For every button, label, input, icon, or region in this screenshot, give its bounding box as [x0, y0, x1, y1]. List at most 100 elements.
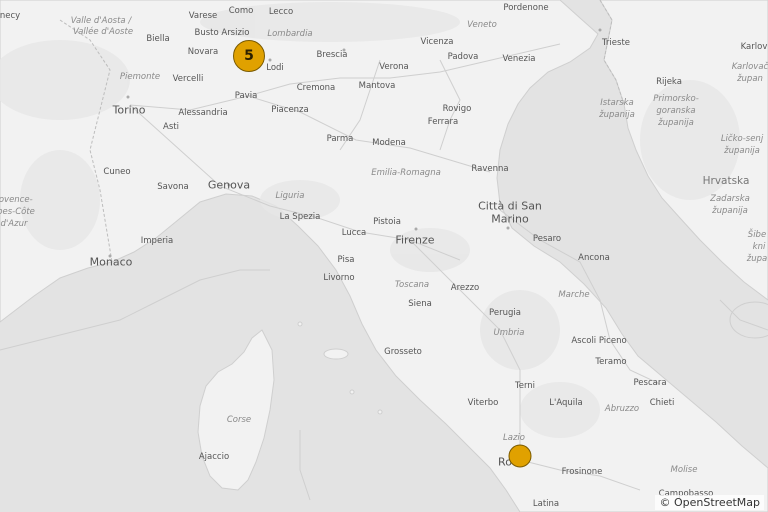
- label-savona: Savona: [157, 181, 189, 192]
- label-laquila: L'Aquila: [549, 397, 583, 408]
- label-biella: Biella: [146, 33, 170, 44]
- city-dot: [598, 28, 602, 32]
- label-venezia: Venezia: [502, 53, 536, 64]
- label-rijeka: Rijeka: [656, 76, 682, 87]
- label-torino: Torino: [112, 103, 146, 117]
- label-livorno: Livorno: [323, 272, 355, 283]
- label-brescia: Brescia: [316, 49, 348, 60]
- label-perugia: Perugia: [489, 307, 521, 318]
- cluster-marker-lombardia[interactable]: 5: [233, 40, 265, 72]
- label-parma: Parma: [326, 133, 354, 144]
- label-novara: Novara: [187, 46, 219, 57]
- label-primorsko-2: goranska: [656, 105, 696, 116]
- city-dot: [414, 227, 418, 231]
- label-ascoli: Ascoli Piceno: [571, 335, 627, 346]
- land-elba: [323, 348, 349, 360]
- label-terni: Terni: [514, 380, 536, 391]
- label-rovigo: Rovigo: [442, 103, 472, 114]
- label-varese: Varese: [188, 10, 218, 21]
- label-primorsko-3: županija: [658, 117, 694, 128]
- label-marino: Marino: [491, 212, 529, 226]
- label-piemonte: Piemonte: [119, 71, 161, 82]
- label-modena: Modena: [372, 137, 406, 148]
- label-pavia: Pavia: [234, 90, 258, 101]
- label-veneto: Veneto: [467, 19, 497, 30]
- label-teramo: Teramo: [595, 356, 627, 367]
- label-marche: Marche: [558, 289, 590, 300]
- label-pordenone: Pordenone: [503, 2, 549, 13]
- label-imperia: Imperia: [140, 235, 174, 246]
- marker-roma[interactable]: [508, 444, 532, 468]
- label-arezzo: Arezzo: [450, 282, 480, 293]
- label-licko-2: županija: [724, 145, 760, 156]
- label-necy: necy: [0, 10, 21, 21]
- label-cuneo: Cuneo: [103, 166, 131, 177]
- label-lucca: Lucca: [341, 227, 367, 238]
- label-viterbo: Viterbo: [467, 397, 499, 408]
- label-firenze: Firenze: [395, 233, 435, 247]
- label-alessandria: Alessandria: [178, 107, 228, 118]
- label-trieste: Trieste: [601, 37, 631, 48]
- label-licko-1: Ličko-senj: [720, 133, 764, 144]
- label-pesaro: Pesaro: [532, 233, 562, 244]
- label-vercelli: Vercelli: [172, 73, 204, 84]
- label-sibenik-1: Šibe: [747, 229, 767, 240]
- label-piacenza: Piacenza: [271, 104, 309, 115]
- label-vallee-aoste: Vallée d'Aoste: [72, 26, 134, 37]
- label-karlovacka-2: župan: [737, 73, 763, 84]
- label-genova: Genova: [207, 178, 251, 192]
- label-umbria: Umbria: [493, 327, 525, 338]
- label-ancona: Ancona: [578, 252, 610, 263]
- label-pescara: Pescara: [633, 377, 667, 388]
- label-lodi: Lodi: [266, 62, 284, 73]
- label-verona: Verona: [379, 61, 409, 72]
- label-abruzzo: Abruzzo: [604, 403, 640, 414]
- label-sibenik-3: župa: [746, 253, 768, 264]
- label-busto: Busto Arsizio: [194, 27, 250, 38]
- city-dot: [126, 95, 130, 99]
- label-como: Como: [228, 5, 254, 16]
- label-padova: Padova: [447, 51, 479, 62]
- label-mantova: Mantova: [358, 80, 396, 91]
- label-asti: Asti: [163, 121, 179, 132]
- city-dot: [506, 226, 510, 230]
- label-chieti: Chieti: [649, 397, 675, 408]
- label-frosinone: Frosinone: [561, 466, 603, 477]
- label-pisa: Pisa: [337, 254, 355, 265]
- label-siena: Siena: [408, 298, 432, 309]
- label-istarska-1: Istarska: [600, 97, 634, 108]
- label-latina: Latina: [532, 498, 560, 509]
- label-molise: Molise: [670, 464, 698, 475]
- label-ravenna: Ravenna: [471, 163, 509, 174]
- label-monaco: Monaco: [89, 255, 133, 269]
- label-provence-3: d'Azur: [0, 218, 28, 229]
- map[interactable]: Como Lecco Varese necy Valle d'Aosta / V…: [0, 0, 768, 512]
- label-hrvatska: Hrvatska: [702, 174, 750, 187]
- label-corse: Corse: [226, 414, 252, 425]
- label-grosseto: Grosseto: [384, 346, 422, 357]
- label-lazio: Lazio: [503, 432, 525, 443]
- label-toscana: Toscana: [394, 279, 430, 290]
- attribution[interactable]: © OpenStreetMap: [655, 495, 764, 510]
- label-cremona: Cremona: [296, 82, 336, 93]
- label-emilia: Emilia-Romagna: [371, 167, 441, 178]
- label-lombardia: Lombardia: [267, 28, 313, 39]
- label-istarska-2: županija: [599, 109, 635, 120]
- label-zadarska-2: županija: [712, 205, 748, 216]
- label-valle-aosta: Valle d'Aosta /: [70, 15, 132, 26]
- label-provence-2: pes-Côte: [0, 206, 35, 217]
- label-karlovac: Karlov: [740, 41, 768, 52]
- label-primorsko-1: Primorsko-: [653, 93, 699, 104]
- label-karlovacka-1: Karlovač: [731, 61, 768, 72]
- city-dot: [268, 58, 272, 62]
- label-vicenza: Vicenza: [420, 36, 454, 47]
- label-pistoia: Pistoia: [373, 216, 401, 227]
- label-citta: Città di San: [478, 199, 542, 213]
- label-la-spezia: La Spezia: [279, 211, 321, 222]
- label-ajaccio: Ajaccio: [198, 451, 230, 462]
- label-liguria: Liguria: [275, 190, 305, 201]
- label-lecco: Lecco: [268, 6, 294, 17]
- label-sibenik-2: kni: [752, 241, 766, 252]
- label-provence-1: rovence-: [0, 194, 33, 205]
- label-zadarska-1: Zadarska: [710, 193, 750, 204]
